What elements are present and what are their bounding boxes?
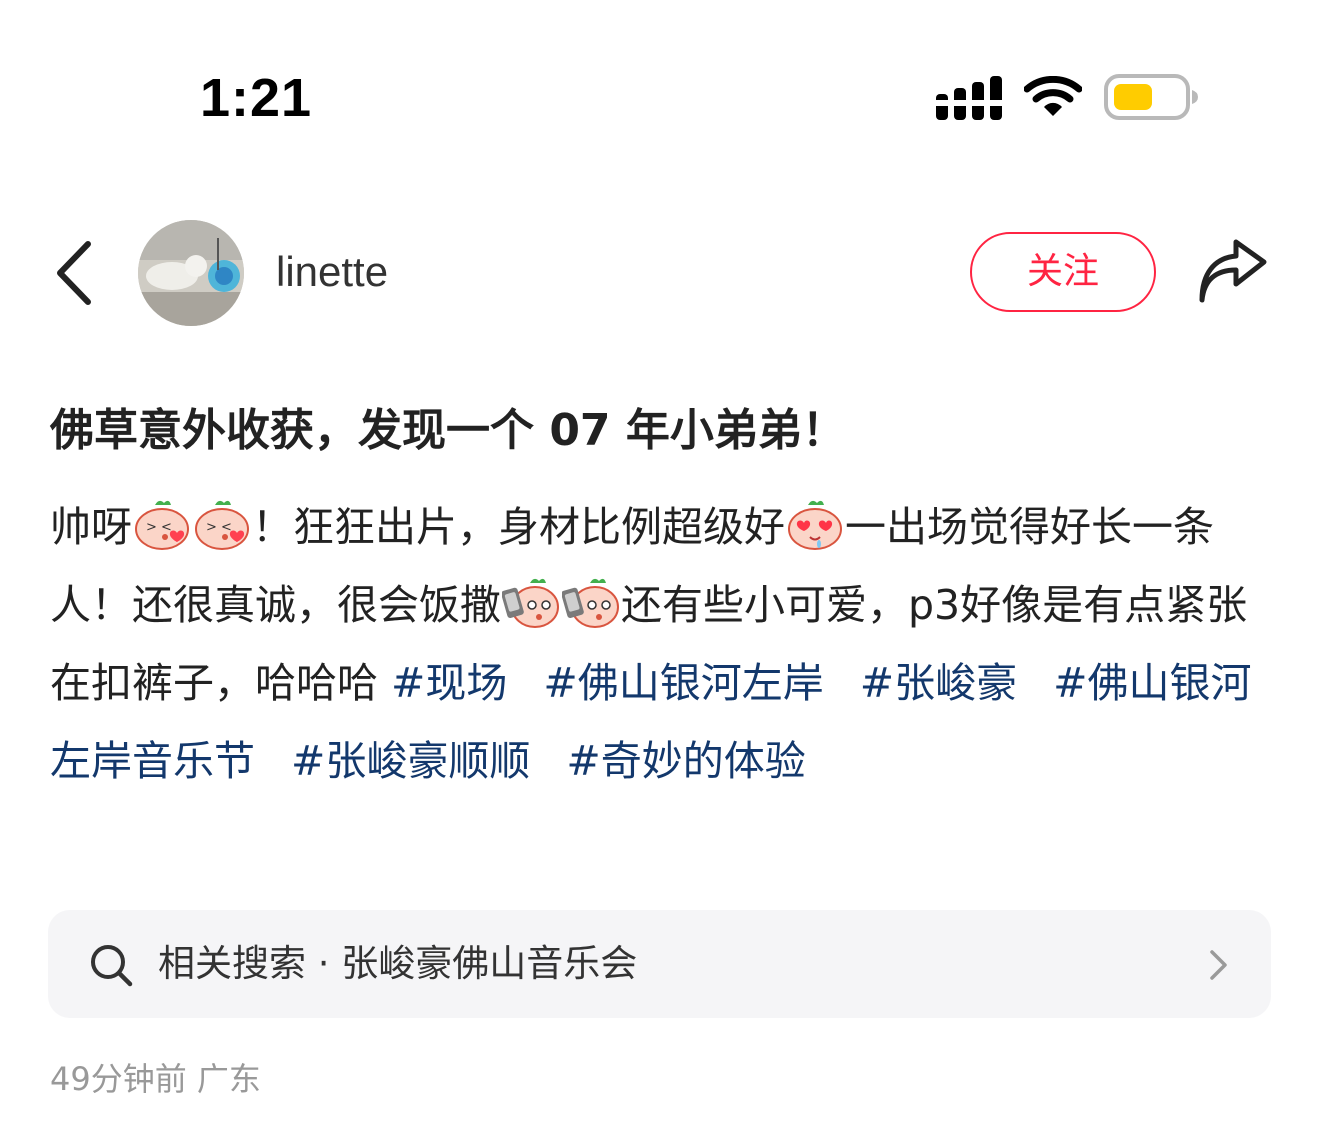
related-search-label[interactable]: 相关搜索 · 张峻豪佛山音乐会 xyxy=(158,934,637,994)
hashtag-link[interactable]: #佛山银河左岸 xyxy=(543,659,823,707)
kissing-peach-emoji: > < xyxy=(195,500,249,550)
status-time: 1:21 xyxy=(200,68,313,128)
back-button[interactable] xyxy=(48,238,104,308)
battery-icon xyxy=(1104,74,1198,120)
heart-eyes-peach-emoji xyxy=(788,500,842,550)
cellular-signal-icon xyxy=(936,76,1002,120)
svg-text:> <: > < xyxy=(146,520,172,535)
chevron-right-icon xyxy=(1210,950,1227,980)
status-bar: 1:21 xyxy=(0,0,1320,180)
kissing-peach-emoji: > < xyxy=(135,500,189,550)
post-text: ！狂狂出片，身材比例超级好 xyxy=(252,503,785,551)
post-location: 广东 xyxy=(196,1060,261,1098)
phone-selfie-peach-emoji xyxy=(562,578,619,628)
chevron-left-icon xyxy=(57,241,91,305)
post-title: 佛草意外收获，发现一个 07 年小弟弟！ xyxy=(50,405,846,456)
hashtag-link[interactable]: #张峻豪 xyxy=(860,659,1017,707)
post-time: 49分钟前 xyxy=(50,1060,187,1098)
hashtag-link[interactable]: #现场 xyxy=(391,659,507,707)
avatar[interactable] xyxy=(138,220,244,326)
post-meta: 49分钟前 广东 xyxy=(50,1054,261,1104)
post-header: linette 关注 xyxy=(0,216,1320,330)
phone-selfie-peach-emoji xyxy=(502,578,559,628)
share-button[interactable] xyxy=(1196,236,1270,310)
search-icon xyxy=(91,945,133,987)
follow-button[interactable]: 关注 xyxy=(970,232,1156,312)
username[interactable]: linette xyxy=(276,244,388,300)
wifi-icon xyxy=(1024,76,1082,116)
avatar-photo xyxy=(138,220,244,326)
hashtag-link[interactable]: #张峻豪顺顺 xyxy=(291,737,530,785)
svg-text:> <: > < xyxy=(206,520,232,535)
hashtag-link[interactable]: #奇妙的体验 xyxy=(566,737,805,785)
share-arrow-icon xyxy=(1199,239,1267,303)
post-text: 帅呀 xyxy=(50,503,132,551)
post-body: 帅呀 > < > < ！狂狂出片，身材比例超级好 一出场觉得好长一条人！还很真诚… xyxy=(50,488,1272,800)
